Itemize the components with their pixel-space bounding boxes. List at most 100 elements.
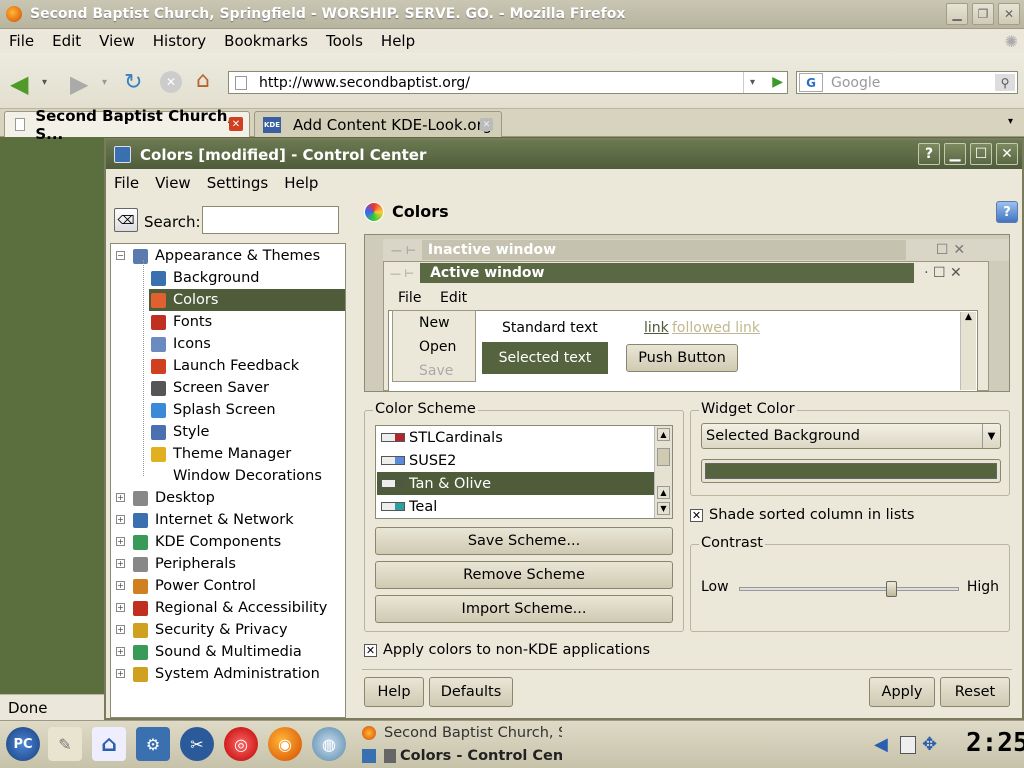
whats-this-help-icon[interactable]: ? [996, 201, 1018, 223]
scroll-up-icon[interactable]: ▲ [657, 428, 670, 441]
menu-history[interactable]: History [144, 32, 215, 50]
globe-icon[interactable]: ◍ [312, 727, 346, 761]
help-button[interactable]: Help [364, 677, 424, 707]
apply-non-kde-checkbox[interactable]: ✕ Apply colors to non-KDE applications [364, 642, 650, 658]
minimize-button[interactable]: ▁ [946, 3, 968, 25]
expand-icon[interactable]: + [116, 581, 125, 590]
url-dropdown-icon[interactable]: ▾ [743, 72, 761, 93]
go-icon[interactable]: ▶ [772, 74, 783, 90]
tree-item-splash-screen[interactable]: Splash Screen [151, 399, 276, 421]
scheme-scrollbar[interactable]: ▲ ▲ ▼ [654, 426, 672, 518]
tree-item-power-control[interactable]: Power Control [133, 575, 256, 597]
maximize-button[interactable]: ☐ [970, 143, 992, 165]
color-preview[interactable]: — ⊢ Inactive window ☐ ✕ — ⊢ Active windo… [364, 234, 1010, 392]
tree-item-peripherals[interactable]: Peripherals [133, 553, 236, 575]
volume-icon[interactable]: ◀ [874, 734, 888, 755]
widget-color-select[interactable]: Selected Background ▼ [701, 423, 1001, 449]
tree-item-icons[interactable]: Icons [151, 333, 211, 355]
network-icon[interactable]: ✥ [922, 734, 937, 755]
apply-button[interactable]: Apply [869, 677, 935, 707]
import-scheme-button[interactable]: Import Scheme... [375, 595, 673, 623]
lifebuoy-icon[interactable]: ◎ [224, 727, 258, 761]
expand-icon[interactable]: + [116, 559, 125, 568]
menu-bookmarks[interactable]: Bookmarks [215, 32, 317, 50]
search-input[interactable] [202, 206, 339, 234]
menu-file[interactable]: File [106, 174, 147, 192]
device-icon[interactable] [900, 736, 916, 754]
start-menu-icon[interactable]: PC [6, 727, 40, 761]
menu-settings[interactable]: Settings [199, 174, 277, 192]
module-tree[interactable]: Appearance & Themes − Background Colors Font… [110, 243, 346, 718]
back-dropdown-icon[interactable]: ▾ [42, 77, 47, 88]
expand-icon[interactable]: + [116, 603, 125, 612]
tree-item-appearance-themes[interactable]: Appearance & Themes [133, 245, 320, 267]
clear-search-icon[interactable]: ⌫ [114, 208, 138, 232]
tree-item-internet-network[interactable]: Internet & Network [133, 509, 294, 531]
tree-item-sound-multimedia[interactable]: Sound & Multimedia [133, 641, 302, 663]
firefox-titlebar[interactable]: Second Baptist Church, Springfield - WOR… [0, 0, 1024, 29]
reload-icon[interactable]: ↻ [124, 70, 142, 95]
control-center-icon[interactable]: ⚙ [136, 727, 170, 761]
menu-help[interactable]: Help [372, 32, 424, 50]
scheme-item[interactable]: STLCardinals [377, 426, 655, 449]
url-bar[interactable]: http://www.secondbaptist.org/ ▾ ▶ [228, 71, 788, 94]
search-icon[interactable]: ⚲ [995, 74, 1015, 91]
menu-view[interactable]: View [147, 174, 199, 192]
expand-icon[interactable]: + [116, 493, 125, 502]
scroll-down-icon[interactable]: ▼ [657, 502, 670, 515]
close-button[interactable]: ✕ [996, 143, 1018, 165]
forward-icon[interactable]: ▶ [70, 70, 88, 98]
maximize-button[interactable]: ❐ [972, 3, 994, 25]
expand-icon[interactable]: + [116, 669, 125, 678]
defaults-button[interactable]: Defaults [429, 677, 513, 707]
tab-close-icon[interactable]: ✕ [480, 118, 493, 131]
scroll-thumb[interactable] [657, 448, 670, 466]
contrast-slider-thumb[interactable] [886, 581, 897, 597]
web-search-box[interactable]: G Google ⚲ [796, 71, 1018, 94]
tree-item-theme-manager[interactable]: Theme Manager [151, 443, 291, 465]
tree-item-colors[interactable]: Colors [149, 289, 345, 311]
tree-item-style[interactable]: Style [151, 421, 209, 443]
scheme-item[interactable]: SUSE2 [377, 449, 655, 472]
contrast-slider-track[interactable] [739, 587, 959, 591]
tab-close-icon[interactable]: ✕ [229, 117, 243, 131]
dialog-titlebar[interactable]: Colors [modified] - Control Center ? ▁ ☐… [106, 140, 1022, 169]
scroll-up-icon[interactable]: ▲ [657, 486, 670, 499]
scheme-item[interactable]: Tan & Olive [377, 472, 655, 495]
back-icon[interactable]: ◀ [10, 70, 28, 98]
reset-button[interactable]: Reset [940, 677, 1010, 707]
minimize-button[interactable]: ▁ [944, 143, 966, 165]
tree-item-screen-saver[interactable]: Screen Saver [151, 377, 269, 399]
menu-tools[interactable]: Tools [317, 32, 372, 50]
tree-item-system-administration[interactable]: System Administration [133, 663, 320, 685]
tree-item-fonts[interactable]: Fonts [151, 311, 212, 333]
home-icon[interactable]: ⌂ [196, 68, 210, 93]
help-title-button[interactable]: ? [918, 143, 940, 165]
collapse-icon[interactable]: − [116, 251, 125, 260]
menu-file[interactable]: File [0, 32, 43, 50]
tab-second-baptist[interactable]: Second Baptist Church, S... ✕ [4, 107, 250, 143]
task-firefox[interactable]: Second Baptist Church, Sp [362, 722, 562, 743]
search-engine-icon[interactable]: G [799, 73, 823, 92]
expand-icon[interactable]: + [116, 537, 125, 546]
tree-item-background[interactable]: Background [151, 267, 260, 289]
tree-item-regional-accessibility[interactable]: Regional & Accessibility [133, 597, 327, 619]
tree-item-window-decorations[interactable]: Window Decorations [151, 465, 322, 487]
remove-scheme-button[interactable]: Remove Scheme [375, 561, 673, 589]
expand-icon[interactable]: + [116, 647, 125, 656]
pencil-icon[interactable]: ✎ [48, 727, 82, 761]
task-control-center[interactable]: Colors - Control Cente [362, 745, 562, 766]
tree-item-kde-components[interactable]: KDE Components [133, 531, 281, 553]
menu-edit[interactable]: Edit [43, 32, 90, 50]
tree-item-launch-feedback[interactable]: Launch Feedback [151, 355, 299, 377]
color-scheme-list[interactable]: STLCardinals SUSE2 Tan & Olive Teal ▲ ▲ ▼ [375, 425, 673, 519]
menu-view[interactable]: View [90, 32, 144, 50]
stop-icon[interactable]: ✕ [160, 71, 182, 93]
save-scheme-button[interactable]: Save Scheme... [375, 527, 673, 555]
tree-item-desktop[interactable]: Desktop [133, 487, 215, 509]
menu-help[interactable]: Help [276, 174, 326, 192]
scheme-item[interactable]: Teal [377, 495, 655, 518]
home-folder-icon[interactable]: ⌂ [92, 727, 126, 761]
shade-sorted-checkbox[interactable]: ✕ Shade sorted column in lists [690, 507, 915, 523]
widget-color-button[interactable] [701, 459, 1001, 483]
